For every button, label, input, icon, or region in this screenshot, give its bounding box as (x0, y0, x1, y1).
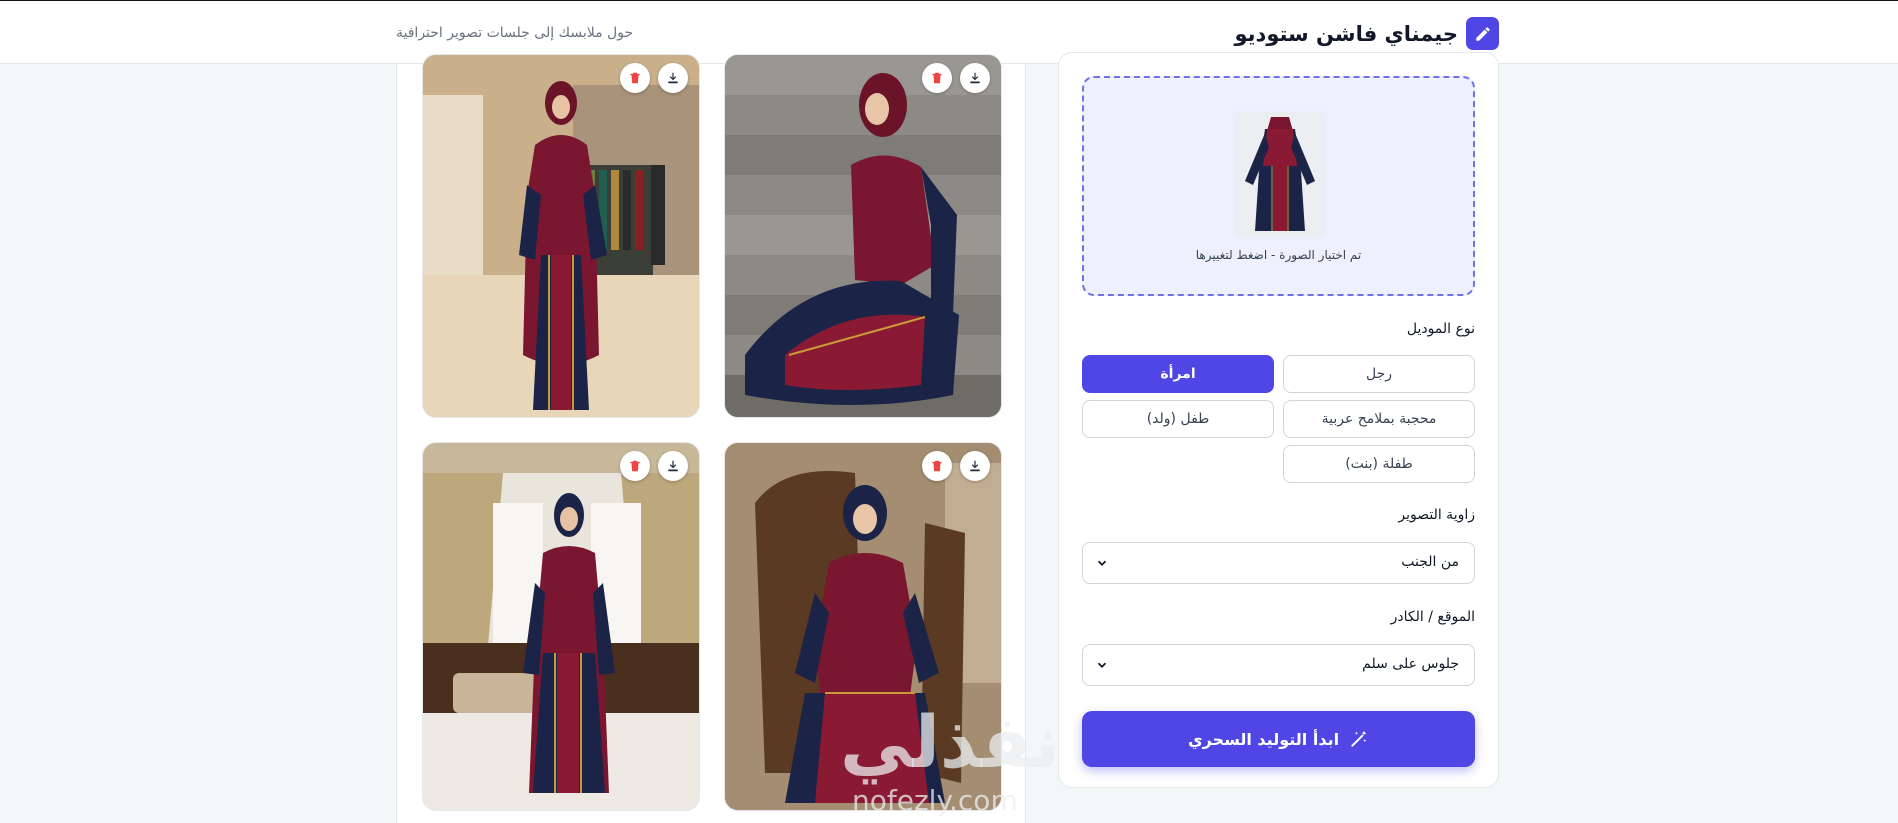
pencil-icon (1466, 17, 1499, 50)
fashion-photo (725, 443, 1001, 810)
angle-select-value: من الجنب (1401, 554, 1459, 570)
trash-icon (932, 460, 942, 472)
delete-button[interactable] (922, 63, 952, 93)
delete-button[interactable] (620, 63, 650, 93)
start-generation-button[interactable]: ابدأ التوليد السحري (1082, 711, 1475, 767)
chevron-down-icon (1097, 662, 1107, 668)
upload-caption: تم اختيار الصورة - اضغط لتغييرها (1195, 248, 1362, 262)
location-select[interactable]: جلوس على سلم (1082, 644, 1475, 686)
magic-wand-icon (1351, 730, 1367, 747)
download-icon (970, 72, 980, 84)
start-generation-label: ابدأ التوليد السحري (1187, 729, 1340, 749)
trash-icon (932, 72, 942, 84)
fashion-photo (423, 443, 699, 810)
download-icon (668, 72, 678, 84)
trash-icon (630, 72, 640, 84)
brand[interactable]: جيمناي فاشن ستوديو (1234, 17, 1499, 50)
header-subtitle-link[interactable]: حول ملابسك إلى جلسات تصوير احترافية (396, 25, 633, 41)
result-image-card[interactable] (724, 442, 1002, 811)
delete-button[interactable] (620, 451, 650, 481)
model-type-label: نوع الموديل (1406, 321, 1475, 337)
angle-label: زاوية التصوير (1398, 507, 1475, 523)
fashion-photo (423, 55, 699, 417)
location-label: الموقع / الكادر (1390, 609, 1475, 625)
location-select-value: جلوس على سلم (1362, 656, 1459, 672)
model-type-option-woman[interactable]: امرأة (1082, 355, 1274, 393)
download-icon (970, 460, 980, 472)
model-type-option-hijabi-arab[interactable]: محجبة بملامح عربية (1283, 400, 1475, 438)
model-type-option-girl[interactable]: طفلة (بنت) (1283, 445, 1475, 483)
chevron-down-icon (1097, 560, 1107, 566)
result-image-card[interactable] (422, 54, 700, 418)
model-type-option-boy[interactable]: طفل (ولد) (1082, 400, 1274, 438)
result-image-card[interactable] (724, 54, 1002, 418)
model-type-option-man[interactable]: رجل (1283, 355, 1475, 393)
generation-form: تم اختيار الصورة - اضغط لتغييرها نوع الم… (1058, 52, 1499, 788)
download-button[interactable] (658, 451, 688, 481)
app-title: جيمناي فاشن ستوديو (1234, 21, 1458, 46)
fashion-photo (725, 55, 1001, 417)
result-image-card[interactable] (422, 442, 700, 811)
image-upload-dropzone[interactable]: تم اختيار الصورة - اضغط لتغييرها (1082, 76, 1475, 296)
results-gallery (396, 54, 1026, 823)
download-button[interactable] (960, 451, 990, 481)
trash-icon (630, 460, 640, 472)
download-button[interactable] (658, 63, 688, 93)
uploaded-garment-thumbnail (1235, 111, 1325, 237)
download-button[interactable] (960, 63, 990, 93)
angle-select[interactable]: من الجنب (1082, 542, 1475, 584)
download-icon (668, 460, 678, 472)
delete-button[interactable] (922, 451, 952, 481)
